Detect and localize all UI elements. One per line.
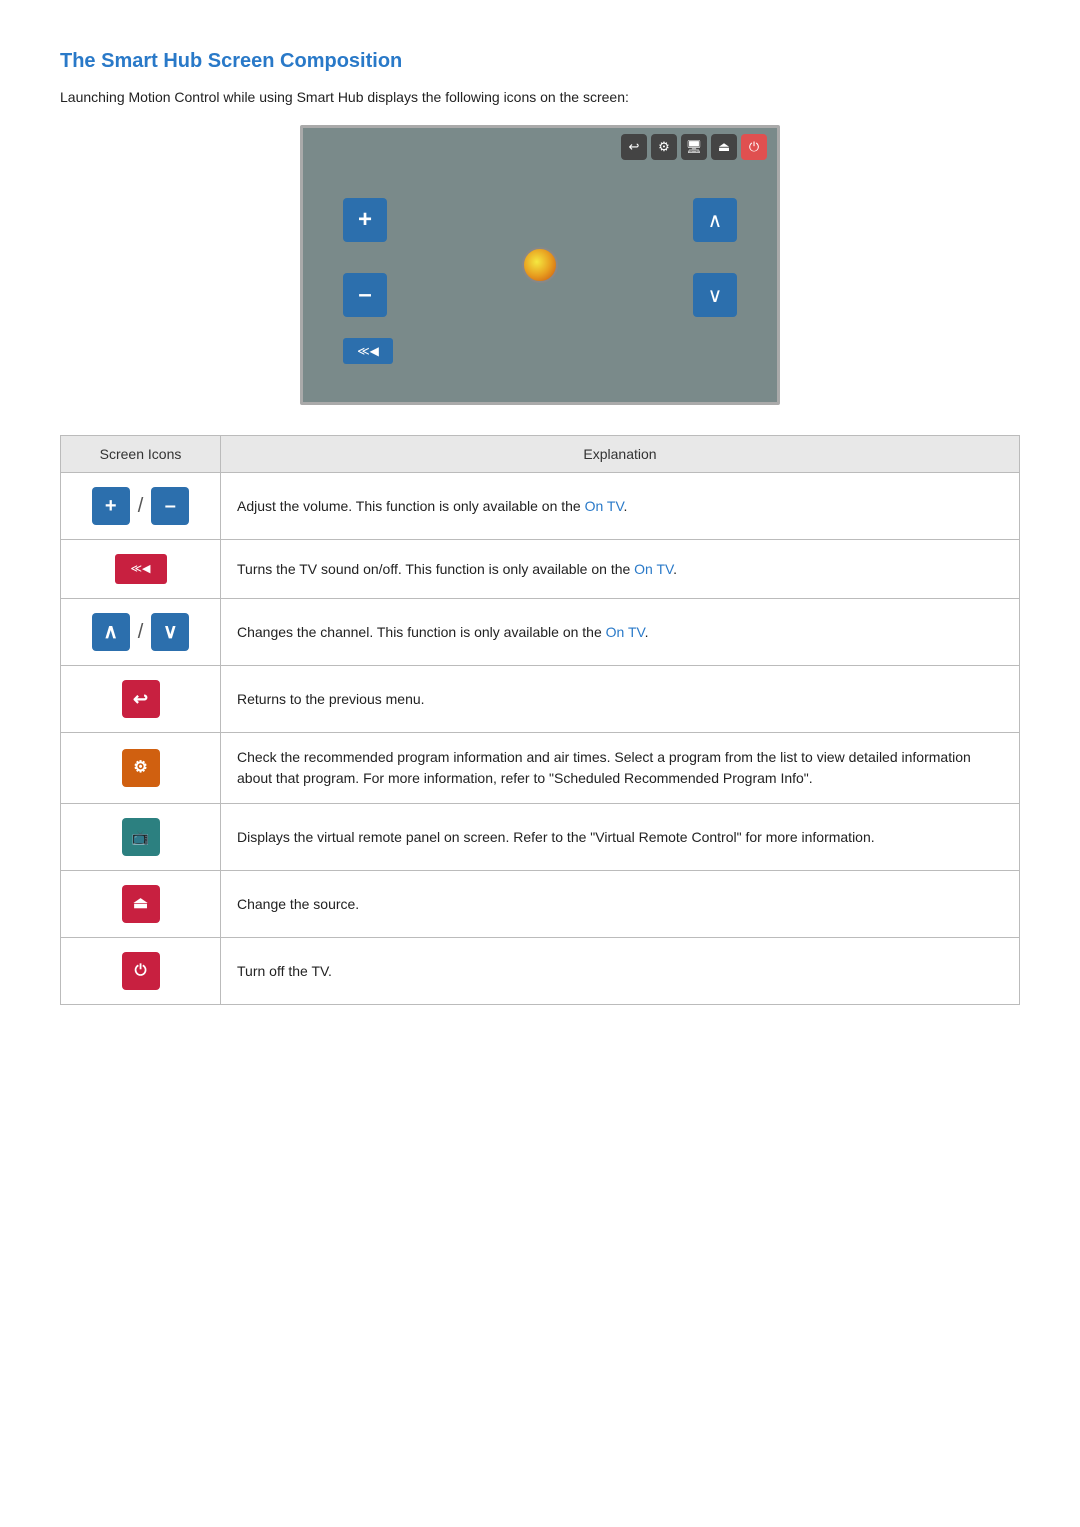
on-tv-link-channel[interactable]: On TV <box>606 624 645 640</box>
table-row: + / – Adjust the volume. This function i… <box>61 473 1020 540</box>
minus-icon: – <box>151 487 189 525</box>
explanation-volume: Adjust the volume. This function is only… <box>221 473 1020 540</box>
intro-text: Launching Motion Control while using Sma… <box>60 89 1020 105</box>
plus-icon: + <box>92 487 130 525</box>
tv-power-icon: ⏻ <box>741 134 767 160</box>
tv-screen: ↩ ⚙ 🖥 ⏏ ⏻ + – ≪◀ ∧ ∨ <box>300 125 780 405</box>
ch-up-icon: ∧ <box>92 613 130 651</box>
back-icon: ↩ <box>122 680 160 718</box>
tv-recommend-icon: ⚙ <box>651 134 677 160</box>
tv-vol-plus: + <box>343 198 387 242</box>
icon-volume: + / – <box>61 473 221 540</box>
icon-mute: ≪◀ <box>61 540 221 599</box>
explanation-back: Returns to the previous menu. <box>221 666 1020 733</box>
icon-power: ⏻ <box>61 938 221 1005</box>
on-tv-link-mute[interactable]: On TV <box>634 561 673 577</box>
explanation-recommend: Check the recommended program informatio… <box>221 733 1020 804</box>
table-row: ∧ / ∨ Changes the channel. This function… <box>61 599 1020 666</box>
icon-channel: ∧ / ∨ <box>61 599 221 666</box>
col-screen-icons: Screen Icons <box>61 436 221 473</box>
col-explanation: Explanation <box>221 436 1020 473</box>
tv-mute: ≪◀ <box>343 338 393 364</box>
icons-table: Screen Icons Explanation + / – Adjust th… <box>60 435 1020 1005</box>
icon-back: ↩ <box>61 666 221 733</box>
tv-top-bar: ↩ ⚙ 🖥 ⏏ ⏻ <box>303 128 777 166</box>
explanation-virtual-remote: Displays the virtual remote panel on scr… <box>221 804 1020 871</box>
virtual-remote-icon: 📺 <box>122 818 160 856</box>
explanation-mute: Turns the TV sound on/off. This function… <box>221 540 1020 599</box>
source-icon: ⏏ <box>122 885 160 923</box>
on-tv-link-volume[interactable]: On TV <box>585 498 624 514</box>
slash-divider: / <box>138 491 144 521</box>
icon-recommend: ⚙ <box>61 733 221 804</box>
table-row: ↩ Returns to the previous menu. <box>61 666 1020 733</box>
explanation-channel: Changes the channel. This function is on… <box>221 599 1020 666</box>
tv-virtualremote-icon: 🖥 <box>681 134 707 160</box>
tv-ch-up: ∧ <box>693 198 737 242</box>
tv-cursor <box>522 247 558 283</box>
tv-ch-down: ∨ <box>693 273 737 317</box>
table-row: 📺 Displays the virtual remote panel on s… <box>61 804 1020 871</box>
slash-divider-ch: / <box>138 617 144 647</box>
mute-box-icon: ≪◀ <box>115 554 167 584</box>
tv-back-icon: ↩ <box>621 134 647 160</box>
recommend-icon: ⚙ <box>122 749 160 787</box>
ch-down-icon: ∨ <box>151 613 189 651</box>
icon-virtual-remote: 📺 <box>61 804 221 871</box>
tv-source-icon: ⏏ <box>711 134 737 160</box>
explanation-power: Turn off the TV. <box>221 938 1020 1005</box>
tv-screen-diagram: ↩ ⚙ 🖥 ⏏ ⏻ + – ≪◀ ∧ ∨ <box>60 125 1020 405</box>
tv-vol-minus: – <box>343 273 387 317</box>
explanation-source: Change the source. <box>221 871 1020 938</box>
icon-source: ⏏ <box>61 871 221 938</box>
power-icon: ⏻ <box>122 952 160 990</box>
table-row: ⚙ Check the recommended program informat… <box>61 733 1020 804</box>
table-row: ≪◀ Turns the TV sound on/off. This funct… <box>61 540 1020 599</box>
table-row: ⏻ Turn off the TV. <box>61 938 1020 1005</box>
table-row: ⏏ Change the source. <box>61 871 1020 938</box>
page-title: The Smart Hub Screen Composition <box>60 50 1020 73</box>
